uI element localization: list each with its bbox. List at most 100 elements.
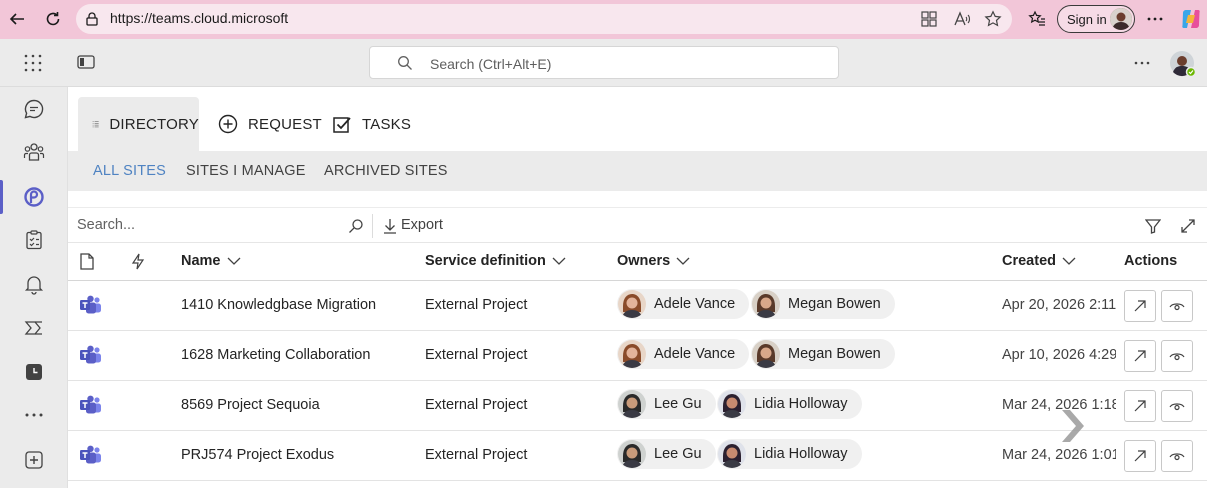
owner-name: Adele Vance: [654, 346, 736, 362]
open-site-button[interactable]: [1124, 440, 1156, 472]
owner-name: Adele Vance: [654, 296, 736, 312]
owner-chip[interactable]: Adele Vance: [617, 289, 750, 319]
export-button[interactable]: Export: [401, 217, 443, 233]
site-name[interactable]: 1410 Knowledgbase Migration: [181, 297, 376, 313]
sign-in-label: Sign in: [1067, 12, 1107, 27]
owner-avatar: [618, 340, 646, 368]
owner-chip[interactable]: Megan Bowen: [751, 339, 895, 369]
download-icon[interactable]: [383, 218, 397, 239]
table-row[interactable]: PRJ574 Project Exodus External Project Lee…: [68, 431, 1207, 481]
search-icon[interactable]: [348, 218, 364, 239]
read-aloud-icon[interactable]: [953, 10, 971, 28]
favorites-icon[interactable]: [1024, 6, 1050, 32]
clock-app-icon[interactable]: [22, 360, 46, 384]
view-site-button[interactable]: [1161, 440, 1193, 472]
table-row[interactable]: 8569 Project Sequoia External Project Lee …: [68, 381, 1207, 431]
settings-more-icon[interactable]: [1133, 54, 1151, 77]
main-tabs: DIRECTORY REQUEST TASKS: [68, 87, 1207, 151]
app-available-icon[interactable]: [920, 10, 938, 28]
refresh-icon[interactable]: [40, 6, 66, 32]
favorite-star-icon[interactable]: [984, 10, 1002, 28]
provisioning-app-icon[interactable]: [22, 185, 46, 209]
filter-icon[interactable]: [1144, 218, 1162, 239]
teams-logo-icon: [80, 445, 102, 465]
column-created[interactable]: Created: [1002, 253, 1076, 269]
owner-avatar: [618, 290, 646, 318]
column-name[interactable]: Name: [181, 253, 241, 269]
app-rail: [0, 87, 68, 488]
view-site-button[interactable]: [1161, 390, 1193, 422]
open-site-button[interactable]: [1124, 290, 1156, 322]
cursor-arrow-icon: [1060, 408, 1092, 449]
sidebar-toggle-icon[interactable]: [77, 55, 95, 75]
tasks-app-icon[interactable]: [22, 228, 46, 252]
workflows-icon[interactable]: [22, 316, 46, 340]
table-row[interactable]: 1628 Marketing Collaboration External Pro…: [68, 331, 1207, 381]
owner-chip[interactable]: Lee Gu: [617, 389, 716, 419]
subtab-sites-i-manage[interactable]: SITES I MANAGE: [186, 163, 306, 179]
owner-name: Megan Bowen: [788, 346, 881, 362]
activity-bell-icon[interactable]: [22, 272, 46, 296]
table-header: Name Service definition Owners Created A…: [68, 243, 1207, 281]
created-date: Mar 24, 2026 1:01: [1002, 447, 1116, 463]
created-date: Apr 20, 2026 2:11: [1002, 297, 1116, 313]
subtab-archived-sites[interactable]: ARCHIVED SITES: [324, 163, 448, 179]
column-owners-label: Owners: [617, 253, 671, 269]
tab-directory[interactable]: DIRECTORY: [78, 97, 199, 151]
lightning-icon: [131, 253, 145, 275]
open-site-button[interactable]: [1124, 340, 1156, 372]
eye-icon: [1169, 403, 1185, 411]
chevron-down-icon: [552, 257, 566, 265]
global-search-input[interactable]: Search (Ctrl+Alt+E): [369, 46, 839, 79]
search-placeholder: Search (Ctrl+Alt+E): [430, 56, 552, 72]
chat-icon[interactable]: [22, 97, 46, 121]
site-name[interactable]: 8569 Project Sequoia: [181, 397, 320, 413]
user-avatar[interactable]: [1170, 51, 1197, 78]
view-site-button[interactable]: [1161, 290, 1193, 322]
owner-avatar: [618, 440, 646, 468]
more-apps-icon[interactable]: [22, 403, 46, 427]
lock-icon: [84, 11, 100, 27]
profile-avatar: [1110, 8, 1132, 30]
table-row[interactable]: 1410 Knowledgbase Migration External Proj…: [68, 281, 1207, 331]
owner-name: Lidia Holloway: [754, 446, 848, 462]
owner-avatar: [752, 340, 780, 368]
owner-chip[interactable]: Lee Gu: [617, 439, 716, 469]
tab-tasks[interactable]: TASKS: [332, 97, 411, 151]
eye-icon: [1169, 453, 1185, 461]
owner-avatar: [718, 440, 746, 468]
tab-request[interactable]: REQUEST: [218, 97, 322, 151]
owner-chip[interactable]: Megan Bowen: [751, 289, 895, 319]
copilot-icon[interactable]: [1178, 6, 1204, 32]
column-service-definition[interactable]: Service definition: [425, 253, 566, 269]
list-search-input[interactable]: Search...: [77, 217, 135, 233]
open-site-button[interactable]: [1124, 390, 1156, 422]
site-name[interactable]: 1628 Marketing Collaboration: [181, 347, 370, 363]
owner-chip[interactable]: Lidia Holloway: [717, 439, 862, 469]
toolbar-divider: [372, 214, 373, 238]
site-name[interactable]: PRJ574 Project Exodus: [181, 447, 334, 463]
sign-in-button[interactable]: Sign in: [1057, 5, 1135, 33]
owner-name: Lee Gu: [654, 446, 702, 462]
address-bar[interactable]: https://teams.cloud.microsoft: [76, 4, 1012, 34]
teams-logo-icon: [80, 345, 102, 365]
open-arrow-icon: [1134, 300, 1146, 312]
expand-icon[interactable]: [1180, 218, 1196, 239]
column-actions: Actions: [1124, 253, 1177, 269]
chevron-down-icon: [227, 257, 240, 265]
owner-chip[interactable]: Adele Vance: [617, 339, 750, 369]
app-launcher-icon[interactable]: [24, 54, 42, 77]
sub-tabs: ALL SITES SITES I MANAGE ARCHIVED SITES: [68, 151, 1207, 191]
owner-chip[interactable]: Lidia Holloway: [717, 389, 862, 419]
subtab-all-sites[interactable]: ALL SITES: [93, 163, 166, 179]
view-site-button[interactable]: [1161, 340, 1193, 372]
more-options-icon[interactable]: [1142, 6, 1168, 32]
column-owners[interactable]: Owners: [617, 253, 690, 269]
add-app-icon[interactable]: [22, 448, 46, 472]
teams-logo-icon: [80, 295, 102, 315]
owner-avatar: [752, 290, 780, 318]
created-date: Mar 24, 2026 1:18: [1002, 397, 1116, 413]
teams-icon[interactable]: [22, 140, 46, 164]
back-arrow-icon[interactable]: [4, 6, 30, 32]
file-type-icon: [80, 253, 94, 275]
